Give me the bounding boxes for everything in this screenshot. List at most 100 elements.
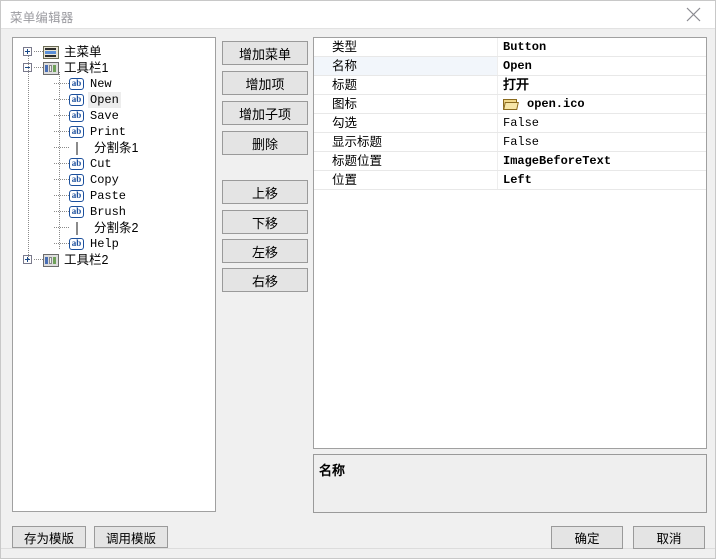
tree-connector <box>54 211 69 212</box>
property-value-text: open.ico <box>527 97 585 111</box>
tree-node[interactable]: ab Help <box>13 236 215 252</box>
property-value-text: False <box>503 135 540 149</box>
property-value[interactable]: Button <box>498 38 706 56</box>
property-value-text: Button <box>503 40 547 54</box>
ab-icon: ab <box>69 126 84 138</box>
tree-node[interactable]: ab Save <box>13 108 215 124</box>
property-row[interactable]: 名称 Open <box>314 57 706 76</box>
tree-connector <box>54 131 69 132</box>
ab-icon: ab <box>69 158 84 170</box>
tree-node-label: 工具栏1 <box>64 61 109 75</box>
ab-icon: ab <box>69 110 84 122</box>
toolbar-icon <box>43 62 59 75</box>
tree-expand-icon[interactable] <box>23 47 32 56</box>
property-row[interactable]: 显示标题 False <box>314 133 706 152</box>
tree-node[interactable]: ab Copy <box>13 172 215 188</box>
property-value[interactable]: Left <box>498 171 706 189</box>
property-name: 显示标题 <box>314 133 498 151</box>
tree-node[interactable]: 分割条1 <box>13 140 215 156</box>
tree-node[interactable]: ab Brush <box>13 204 215 220</box>
tree-node-label: Copy <box>90 173 119 187</box>
tree-node-label: Print <box>90 125 127 139</box>
menu-editor-dialog: 菜单编辑器 主菜单 工具栏1 ab New ab Open ab Save ab Print 分割条… <box>0 0 716 559</box>
tree-node-label: New <box>90 77 112 91</box>
property-name: 勾选 <box>314 114 498 132</box>
load-template-button[interactable]: 调用模版 <box>94 526 168 548</box>
tree-trunk-line <box>28 56 29 260</box>
tree-connector <box>54 83 69 84</box>
property-value[interactable]: Open <box>498 57 706 75</box>
tree-node-label: Save <box>90 109 119 123</box>
tree-branch-line <box>59 72 60 250</box>
tree-node-label: 分割条2 <box>94 221 139 235</box>
move-left-button[interactable]: 左移 <box>222 239 308 263</box>
window-title: 菜单编辑器 <box>10 11 74 25</box>
move-down-button[interactable]: 下移 <box>222 210 308 234</box>
tree-node[interactable]: ab Cut <box>13 156 215 172</box>
property-value-text: ImageBeforeText <box>503 154 612 168</box>
tree-node[interactable]: ab Paste <box>13 188 215 204</box>
tree-node[interactable]: ab New <box>13 76 215 92</box>
property-row[interactable]: 标题位置 ImageBeforeText <box>314 152 706 171</box>
property-value-text: False <box>503 116 540 130</box>
property-value[interactable]: ImageBeforeText <box>498 152 706 170</box>
description-title: 名称 <box>319 463 346 478</box>
property-value-text: 打开 <box>503 77 530 92</box>
tree-node-label: Open <box>88 92 121 108</box>
property-name: 位置 <box>314 171 498 189</box>
property-name: 名称 <box>314 57 498 75</box>
add-item-button[interactable]: 增加项 <box>222 71 308 95</box>
tree-node[interactable]: 主菜单 <box>13 44 215 60</box>
tree-connector <box>54 227 69 228</box>
property-description-panel: 名称 <box>313 454 707 513</box>
property-row[interactable]: 图标 open.ico <box>314 95 706 114</box>
property-name: 类型 <box>314 38 498 56</box>
ab-icon: ab <box>69 78 84 90</box>
titlebar: 菜单编辑器 <box>1 1 715 29</box>
property-value[interactable]: False <box>498 133 706 151</box>
tree-connector <box>54 147 69 148</box>
property-value[interactable]: 打开 <box>498 76 706 94</box>
tree-node[interactable]: ab Print <box>13 124 215 140</box>
separator-icon <box>76 142 78 155</box>
add-subitem-button[interactable]: 增加子项 <box>222 101 308 125</box>
tree-node-label: 工具栏2 <box>64 253 109 267</box>
tree-node-label: 主菜单 <box>64 45 102 59</box>
property-value[interactable]: open.ico <box>498 95 706 113</box>
tree-node-label: Cut <box>90 157 112 171</box>
tree-node[interactable]: 工具栏2 <box>13 252 215 268</box>
ab-icon: ab <box>69 190 84 202</box>
tree-connector <box>54 179 69 180</box>
close-icon[interactable] <box>671 1 715 28</box>
menu-tree[interactable]: 主菜单 工具栏1 ab New ab Open ab Save ab Print 分割条1 ab Cut… <box>12 37 216 512</box>
tree-connector <box>54 243 69 244</box>
ab-icon: ab <box>69 174 84 186</box>
ab-icon: ab <box>69 94 84 106</box>
tree-connector <box>34 51 43 52</box>
tree-node-label: Paste <box>90 189 127 203</box>
property-value[interactable]: False <box>498 114 706 132</box>
tree-node-label: Help <box>90 237 119 251</box>
cancel-button[interactable]: 取消 <box>633 526 705 549</box>
property-name: 图标 <box>314 95 498 113</box>
toolbar-icon <box>43 254 59 267</box>
tree-connector <box>54 163 69 164</box>
property-row[interactable]: 标题 打开 <box>314 76 706 95</box>
ab-icon: ab <box>69 206 84 218</box>
separator-icon <box>76 222 78 235</box>
tree-node[interactable]: 分割条2 <box>13 220 215 236</box>
ok-button[interactable]: 确定 <box>551 526 623 549</box>
tree-node[interactable]: ab Open <box>13 92 215 108</box>
move-right-button[interactable]: 右移 <box>222 268 308 292</box>
property-grid[interactable]: 类型 Button 名称 Open 标题 打开 图标 open.ico 勾选 False 显示标题 F… <box>313 37 707 449</box>
tree-node[interactable]: 工具栏1 <box>13 60 215 76</box>
property-row[interactable]: 位置 Left <box>314 171 706 190</box>
add-menu-button[interactable]: 增加菜单 <box>222 41 308 65</box>
tree-connector <box>34 259 43 260</box>
delete-button[interactable]: 删除 <box>222 131 308 155</box>
move-up-button[interactable]: 上移 <box>222 180 308 204</box>
save-as-template-button[interactable]: 存为模版 <box>12 526 86 548</box>
property-row[interactable]: 类型 Button <box>314 38 706 57</box>
property-row[interactable]: 勾选 False <box>314 114 706 133</box>
tree-node-label: Brush <box>90 205 127 219</box>
